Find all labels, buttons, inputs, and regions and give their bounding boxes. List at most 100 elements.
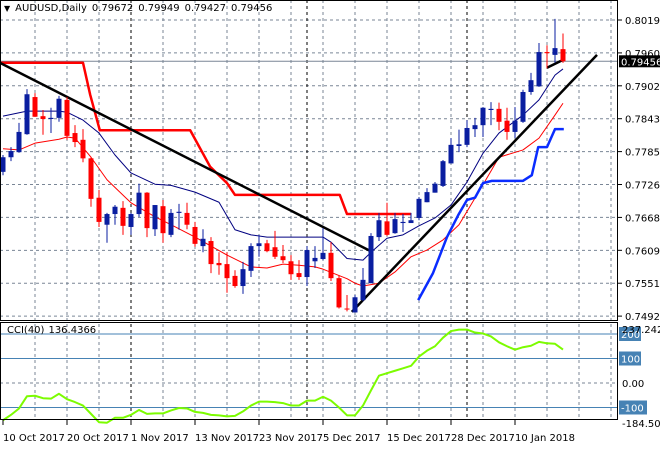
candle-body [528, 80, 534, 92]
candle [88, 157, 94, 207]
candle-body [56, 98, 62, 118]
cci-line [2, 328, 564, 424]
candle [400, 214, 406, 233]
low-value: 0.79427 [184, 3, 226, 14]
candle [136, 183, 142, 217]
candle-body [152, 205, 158, 230]
candle [40, 109, 46, 135]
candle-body [40, 116, 46, 119]
price-axis-label: 0.77265 [625, 181, 660, 192]
candle [496, 102, 502, 131]
candle-body [32, 97, 38, 117]
price-axis-label: 0.74925 [625, 312, 660, 323]
fast-moving-average-line [2, 68, 564, 261]
candle [120, 201, 126, 235]
candle [352, 295, 358, 313]
candle [104, 212, 110, 243]
candle-body [416, 198, 422, 218]
candle-body [160, 206, 166, 234]
candle-body [384, 221, 390, 235]
candle-body [400, 221, 406, 224]
candle-body [392, 219, 398, 234]
candle [456, 129, 462, 153]
close-value: 0.79456 [230, 3, 273, 14]
candle-body [352, 297, 358, 313]
price-axis-label: 0.77850 [625, 148, 660, 159]
candle [344, 295, 350, 312]
candle-body [232, 275, 238, 287]
candle [480, 107, 486, 137]
triangle-down-icon[interactable]: ▼ [4, 4, 10, 13]
candle-body [8, 151, 14, 158]
candle [224, 252, 230, 293]
candle [296, 260, 302, 280]
candle [192, 221, 198, 247]
candle [24, 89, 30, 135]
candle-body [440, 161, 446, 186]
candle-body [432, 183, 438, 193]
candle [72, 125, 78, 148]
candle [472, 117, 478, 137]
candle [144, 192, 150, 238]
candle [504, 107, 510, 140]
candle [328, 242, 334, 281]
date-label: 5 Dec 2017 [323, 433, 381, 444]
candle [336, 275, 342, 309]
candle [264, 239, 270, 253]
candle [448, 138, 454, 164]
candle-body [448, 144, 454, 164]
candle-body [144, 192, 150, 229]
chart-title: ▼ AUDUSD,Daily 0.79672 0.79949 0.79427 0… [4, 3, 272, 14]
price-axis-label: 0.79020 [625, 82, 660, 93]
candle [528, 72, 534, 95]
candle-body [368, 235, 374, 284]
date-label: 20 Oct 2017 [67, 433, 129, 444]
candle [152, 205, 158, 236]
date-label: 10 Jan 2018 [515, 433, 575, 444]
cci-level-label: -100 [621, 404, 644, 415]
candle-body [16, 131, 22, 153]
candle [96, 189, 102, 227]
candle-body [224, 264, 230, 279]
candle [240, 261, 246, 294]
candle-body [512, 120, 518, 132]
candle-body [216, 262, 222, 266]
current-price-label: 0.79456 [621, 57, 660, 68]
cci-level-label: 100 [621, 355, 640, 366]
candle [432, 181, 438, 193]
cci-panel-border [0, 322, 618, 420]
candle-body [72, 133, 78, 143]
candle-body [480, 107, 486, 126]
cci-indicator [0, 328, 618, 424]
candle-body [80, 139, 86, 159]
candle [488, 102, 494, 126]
price-axis-label: 0.76095 [625, 246, 660, 257]
candle [392, 212, 398, 234]
price-axis-label: 0.76680 [625, 213, 660, 224]
candle [384, 202, 390, 236]
candle [440, 160, 446, 188]
cci-axis-max: 237.2429 [622, 325, 660, 336]
cci-axis-min: -184.5073 [622, 419, 660, 430]
cci-title: CCI(40) 136.4366 [7, 325, 96, 336]
candle-body [344, 308, 350, 310]
candle-body [248, 246, 254, 271]
candle [536, 43, 542, 87]
price-chart[interactable]: 0.801900.796050.790200.784350.778500.772… [0, 0, 660, 450]
candle-body [488, 108, 494, 110]
candle [560, 33, 566, 63]
price-axis-label: 0.75510 [625, 279, 660, 290]
candle-body [104, 214, 110, 225]
candle [424, 188, 430, 203]
candle-body [336, 278, 342, 308]
blue-stop-line [417, 127, 564, 301]
date-label: 1 Nov 2017 [131, 433, 189, 444]
candle-body [128, 214, 134, 227]
candle [280, 244, 286, 263]
candle [360, 268, 366, 302]
candle-body [112, 206, 118, 215]
candle [16, 122, 22, 153]
cci-value: 136.4366 [48, 325, 97, 336]
price-axis-label: 0.78435 [625, 115, 660, 126]
candle [512, 107, 518, 139]
